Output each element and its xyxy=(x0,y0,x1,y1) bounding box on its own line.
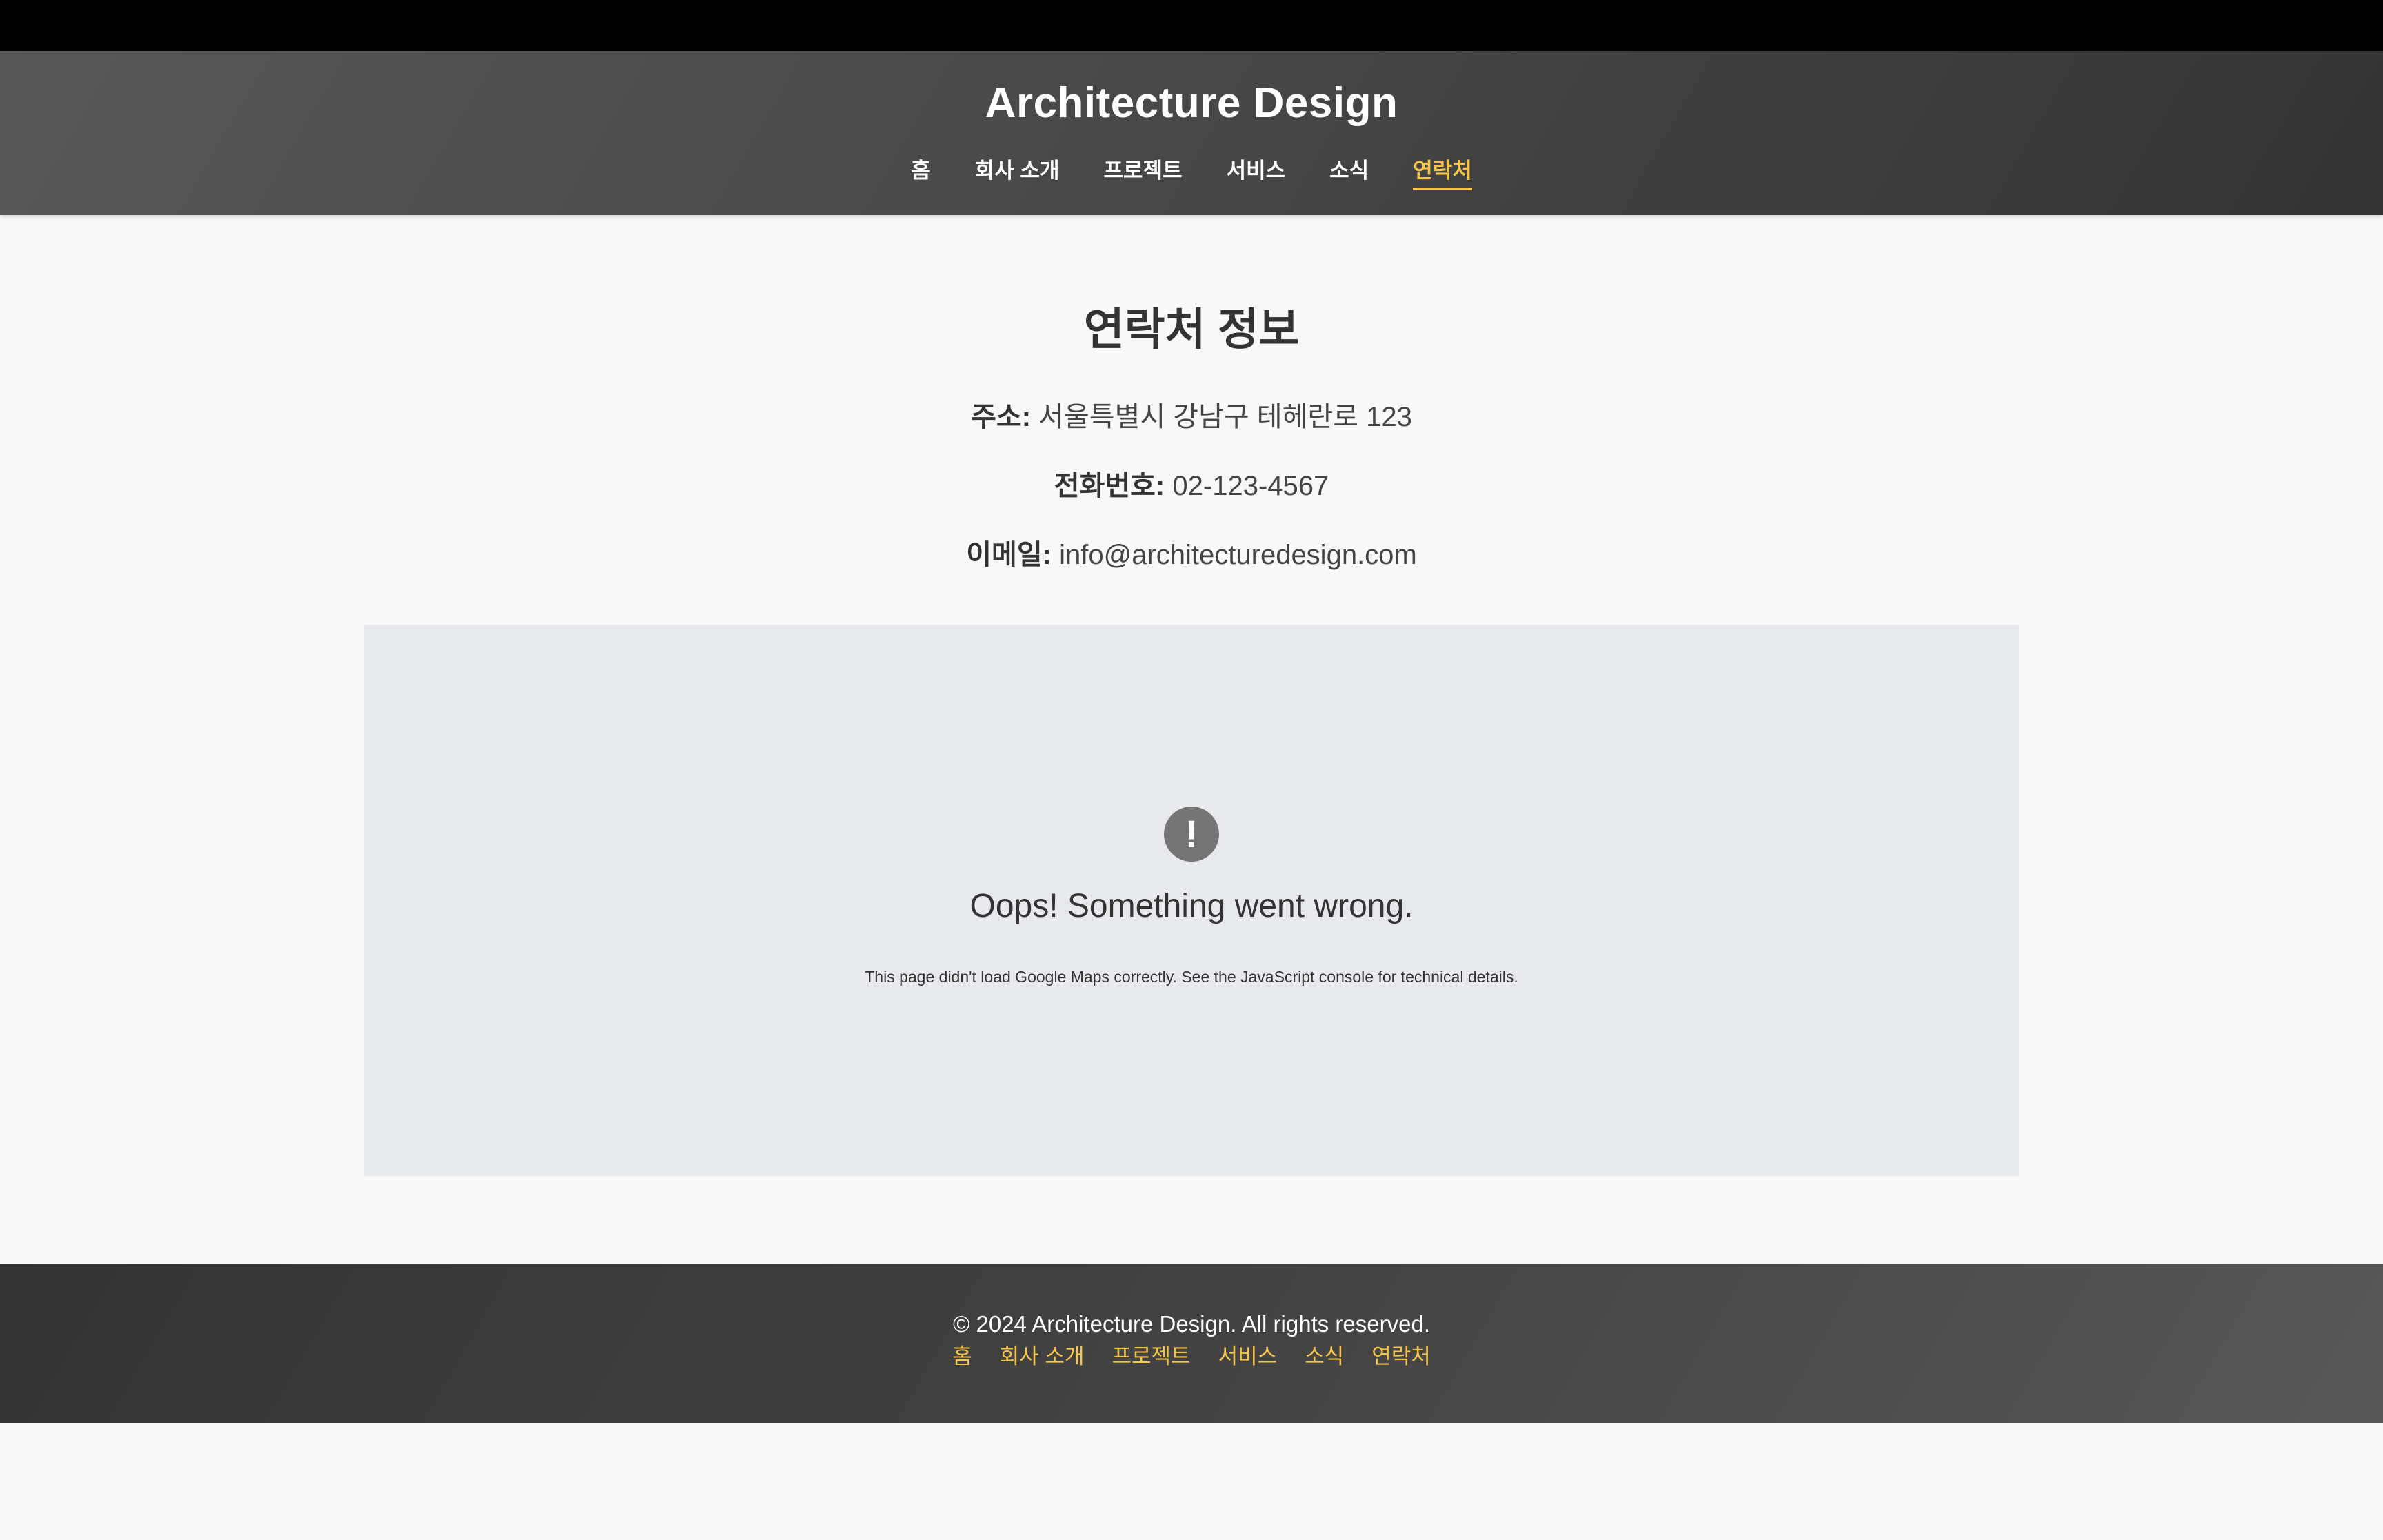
address-line: 주소: 서울특별시 강남구 테헤란로 123 xyxy=(0,400,2383,434)
main-nav: 홈 회사 소개 프로젝트 서비스 소식 연락처 xyxy=(0,157,2383,190)
phone-value: 02-123-4567 xyxy=(1172,471,1329,501)
footer-link-services[interactable]: 서비스 xyxy=(1218,1343,1278,1370)
email-value: info@architecturedesign.com xyxy=(1059,540,1417,570)
footer-copyright: © 2024 Architecture Design. All rights r… xyxy=(953,1311,1430,1337)
email-label: 이메일: xyxy=(966,540,1052,570)
nav-link-services[interactable]: 서비스 xyxy=(1227,157,1286,190)
footer-link-home[interactable]: 홈 xyxy=(952,1343,972,1370)
footer-link-news[interactable]: 소식 xyxy=(1305,1343,1344,1370)
footer-link-projects[interactable]: 프로젝트 xyxy=(1112,1343,1190,1370)
map-error-title: Oops! Something went wrong. xyxy=(969,888,1414,924)
exclamation-icon: ! xyxy=(1164,807,1219,862)
footer-link-contact[interactable]: 연락처 xyxy=(1371,1343,1431,1370)
nav-link-news[interactable]: 소식 xyxy=(1329,157,1369,190)
phone-label: 전화번호: xyxy=(1054,471,1165,501)
address-value: 서울특별시 강남구 테헤란로 123 xyxy=(1038,402,1412,432)
nav-link-about[interactable]: 회사 소개 xyxy=(975,157,1060,190)
site-footer: © 2024 Architecture Design. All rights r… xyxy=(0,1264,2383,1423)
browser-top-bar xyxy=(0,0,2383,51)
nav-link-projects[interactable]: 프로젝트 xyxy=(1103,157,1182,190)
footer-nav: 홈 회사 소개 프로젝트 서비스 소식 연락처 xyxy=(0,1343,2383,1370)
nav-link-home[interactable]: 홈 xyxy=(911,157,931,190)
contact-heading: 연락처 정보 xyxy=(1083,305,1300,354)
site-title[interactable]: Architecture Design xyxy=(0,79,2383,128)
site-header: Architecture Design 홈 회사 소개 프로젝트 서비스 소식 … xyxy=(0,51,2383,215)
map-embed[interactable]: ! Oops! Something went wrong. This page … xyxy=(364,625,2019,1176)
phone-line: 전화번호: 02-123-4567 xyxy=(0,469,2383,503)
footer-link-about[interactable]: 회사 소개 xyxy=(1000,1343,1085,1370)
address-label: 주소: xyxy=(971,402,1032,432)
map-error-detail: This page didn't load Google Maps correc… xyxy=(865,968,1518,986)
nav-link-contact[interactable]: 연락처 xyxy=(1413,157,1472,190)
email-line: 이메일: info@architecturedesign.com xyxy=(0,538,2383,572)
